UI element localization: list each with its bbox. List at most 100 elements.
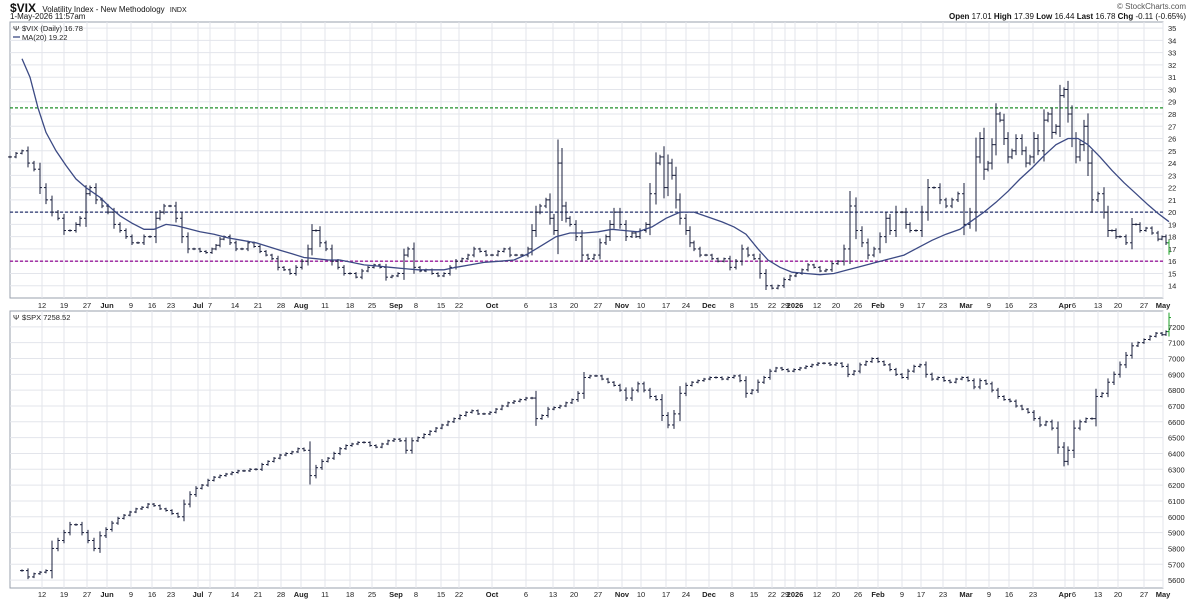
x-tick-label: 23	[167, 590, 175, 599]
x-tick-label: 9	[129, 590, 133, 599]
x-tick-label: 27	[83, 301, 91, 310]
x-axis: 12 19 27 Jun 9 16 23 Jul 7 14 21 28 Aug 11 18 25 Sep 8 15 2…	[38, 590, 1171, 599]
x-tick-label: 9	[900, 301, 904, 310]
x-tick-label: 17	[917, 301, 925, 310]
x-tick-label: 23	[1029, 590, 1037, 599]
y-tick-label: 28	[1168, 110, 1176, 119]
x-tick-label: 27	[1140, 590, 1148, 599]
y-tick-label: 31	[1168, 73, 1176, 82]
x-tick-label: Oct	[486, 301, 499, 310]
y-tick-label: 29	[1168, 98, 1176, 107]
chart-panel-spx[interactable]: 5600 5700 5800 5900 6000 6100 6200 6300 6400 6500…	[9, 310, 1185, 599]
x-tick-label: 9	[129, 301, 133, 310]
y-tick-label: 6000	[1168, 513, 1185, 522]
x-tick-label: 6	[524, 301, 528, 310]
plot-frame	[9, 310, 1164, 589]
x-tick-label: 14	[231, 590, 239, 599]
chart-legend: Ψ $SPX 7258.52	[13, 313, 70, 322]
chart-canvas[interactable]: 14 15 16 17 18 19 20 21 22 23 24 25 26 27 28 29 30 31 32 33…	[0, 0, 1200, 600]
y-tick-label: 6900	[1168, 370, 1185, 379]
x-tick-label: 11	[321, 301, 329, 310]
x-tick-label: 9	[900, 590, 904, 599]
y-tick-label: 5600	[1168, 576, 1185, 585]
x-tick-label: 15	[750, 301, 758, 310]
x-tick-label: 7	[208, 301, 212, 310]
x-tick-label: 21	[254, 301, 262, 310]
x-tick-label: 26	[854, 301, 862, 310]
x-tick-label: 23	[939, 590, 947, 599]
x-tick-label: Jul	[193, 590, 204, 599]
x-tick-label: Feb	[871, 301, 885, 310]
x-tick-label: Aug	[294, 301, 309, 310]
x-tick-label: 27	[594, 301, 602, 310]
y-tick-label: 35	[1168, 24, 1176, 33]
y-tick-label: 6200	[1168, 481, 1185, 490]
x-tick-label: 20	[570, 590, 578, 599]
x-tick-label: Feb	[871, 590, 885, 599]
x-tick-label: 17	[662, 301, 670, 310]
x-tick-label: 11	[321, 590, 329, 599]
x-tick-label: 13	[1094, 301, 1102, 310]
x-tick-label: 22	[455, 590, 463, 599]
x-tick-label: May	[1156, 590, 1171, 599]
x-tick-label: 15	[750, 590, 758, 599]
y-tick-label: 23	[1168, 171, 1176, 180]
y-tick-label: 21	[1168, 196, 1176, 205]
x-tick-label: 16	[148, 590, 156, 599]
x-tick-label: 16	[1005, 301, 1013, 310]
x-tick-label: 26	[854, 590, 862, 599]
x-tick-label: Nov	[615, 590, 630, 599]
ohlc-bar-icon: Ψ	[13, 313, 19, 322]
x-tick-label: 22	[455, 301, 463, 310]
y-tick-label: 7200	[1168, 323, 1185, 332]
legend-entry: $VIX (Daily) 16.78	[22, 24, 83, 33]
x-tick-label: 24	[682, 590, 690, 599]
x-tick-label: 2026	[787, 590, 804, 599]
y-tick-label: 7000	[1168, 354, 1185, 363]
x-tick-label: 9	[987, 590, 991, 599]
y-tick-label: 20	[1168, 208, 1176, 217]
x-tick-label: May	[1156, 301, 1171, 310]
y-tick-label: 33	[1168, 49, 1176, 58]
x-tick-label: Mar	[959, 301, 972, 310]
x-tick-label: Sep	[389, 301, 403, 310]
x-tick-label: Aug	[294, 590, 309, 599]
y-tick-label: 5800	[1168, 544, 1185, 553]
y-tick-label: 26	[1168, 135, 1176, 144]
y-tick-label: 6600	[1168, 418, 1185, 427]
x-tick-label: 19	[60, 590, 68, 599]
y-tick-label: 6300	[1168, 465, 1185, 474]
y-tick-label: 6100	[1168, 497, 1185, 506]
x-tick-label: 25	[368, 301, 376, 310]
y-tick-label: 6400	[1168, 449, 1185, 458]
y-tick-label: 32	[1168, 61, 1176, 70]
x-tick-label: 17	[662, 590, 670, 599]
x-tick-label: 24	[682, 301, 690, 310]
x-tick-label: 14	[231, 301, 239, 310]
x-tick-label: 16	[1005, 590, 1013, 599]
chart-panel-vix[interactable]: 14 15 16 17 18 19 20 21 22 23 24 25 26 27 28 29 30 31 32 33…	[8, 21, 1176, 310]
x-tick-label: Dec	[702, 590, 716, 599]
x-tick-label: 15	[437, 301, 445, 310]
x-tick-label: 19	[60, 301, 68, 310]
x-tick-label: 9	[987, 301, 991, 310]
x-tick-label: 10	[637, 590, 645, 599]
y-tick-label: 6800	[1168, 386, 1185, 395]
x-tick-label: 8	[730, 590, 734, 599]
y-tick-label: 7100	[1168, 339, 1185, 348]
x-tick-label: Nov	[615, 301, 630, 310]
x-tick-label: Sep	[389, 590, 403, 599]
x-tick-label: 6	[524, 590, 528, 599]
x-tick-label: Oct	[486, 590, 499, 599]
x-tick-label: 2026	[787, 301, 804, 310]
y-tick-label: 27	[1168, 122, 1176, 131]
x-tick-label: 23	[1029, 301, 1037, 310]
x-tick-label: 13	[549, 301, 557, 310]
x-tick-label: 13	[549, 590, 557, 599]
y-tick-label: 6500	[1168, 434, 1185, 443]
x-tick-label: 22	[768, 301, 776, 310]
y-tick-label: 25	[1168, 147, 1176, 156]
x-tick-label: Jun	[100, 301, 114, 310]
y-tick-label: 14	[1168, 282, 1176, 291]
y-tick-label: 24	[1168, 159, 1176, 168]
